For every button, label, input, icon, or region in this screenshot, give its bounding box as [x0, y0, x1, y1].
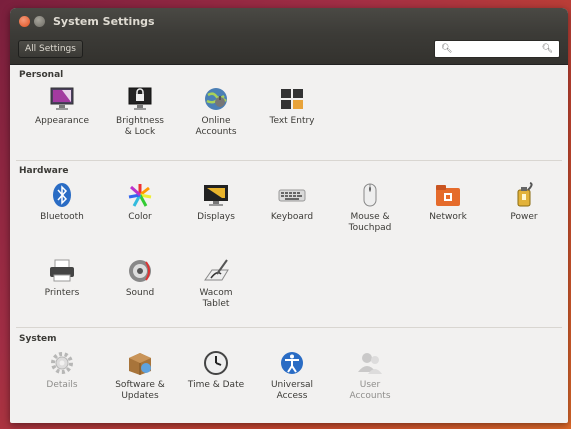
item-bluetooth[interactable]: Bluetooth [26, 182, 98, 223]
lock-icon [126, 86, 154, 112]
clear-search-icon[interactable]: 🔍︎ [542, 44, 553, 54]
item-displays[interactable]: Displays [180, 182, 252, 223]
section-separator [16, 327, 562, 328]
item-keyboard[interactable]: Keyboard [256, 182, 328, 223]
system-settings-window: System Settings All Settings 🔍︎ 🔍︎ Perso… [10, 8, 568, 423]
keyboard-icon [278, 182, 306, 208]
network-icon [434, 182, 462, 208]
printer-icon [48, 258, 76, 284]
item-wacom-tablet[interactable]: Wacom Tablet [180, 258, 252, 310]
item-time-date[interactable]: Time & Date [180, 350, 252, 391]
section-separator [16, 160, 562, 161]
section-title-system: System [19, 334, 57, 344]
online-accounts-icon [202, 86, 230, 112]
item-online-accounts[interactable]: Online Accounts [180, 86, 252, 138]
clock-icon [202, 350, 230, 376]
item-text-entry[interactable]: Text Entry [256, 86, 328, 127]
power-icon [510, 182, 538, 208]
item-software-updates[interactable]: Software & Updates [104, 350, 176, 402]
item-universal-access[interactable]: Universal Access [256, 350, 328, 402]
toolbar: All Settings 🔍︎ 🔍︎ [10, 34, 568, 65]
item-sound[interactable]: Sound [104, 258, 176, 299]
bluetooth-icon [48, 182, 76, 208]
item-printers[interactable]: Printers [26, 258, 98, 299]
title-bar: System Settings [10, 8, 568, 34]
item-details[interactable]: Details [26, 350, 98, 391]
software-icon [126, 350, 154, 376]
item-power[interactable]: Power [488, 182, 560, 223]
item-brightness-lock[interactable]: Brightness & Lock [104, 86, 176, 138]
item-network[interactable]: Network [412, 182, 484, 223]
users-icon [356, 350, 384, 376]
all-settings-button[interactable]: All Settings [18, 40, 83, 58]
search-icon: 🔍︎ [441, 44, 453, 54]
section-title-hardware: Hardware [19, 166, 69, 176]
mouse-icon [356, 182, 384, 208]
window-title: System Settings [53, 14, 155, 28]
appearance-icon [48, 86, 76, 112]
item-color[interactable]: Color [104, 182, 176, 223]
search-input[interactable]: 🔍︎ 🔍︎ [434, 40, 560, 58]
close-window-button[interactable] [19, 15, 30, 27]
item-mouse-touchpad[interactable]: Mouse & Touchpad [334, 182, 406, 234]
display-icon [202, 182, 230, 208]
text-entry-icon [278, 86, 306, 112]
color-icon [126, 182, 154, 208]
gear-icon [48, 350, 76, 376]
sound-icon [126, 258, 154, 284]
section-title-personal: Personal [19, 70, 64, 80]
item-appearance[interactable]: Appearance [26, 86, 98, 127]
accessibility-icon [278, 350, 306, 376]
settings-panel: Personal Appearance Brightness & Lock On… [10, 64, 568, 423]
minimize-window-button[interactable] [34, 15, 45, 27]
tablet-icon [202, 258, 230, 284]
item-user-accounts[interactable]: User Accounts [334, 350, 406, 402]
